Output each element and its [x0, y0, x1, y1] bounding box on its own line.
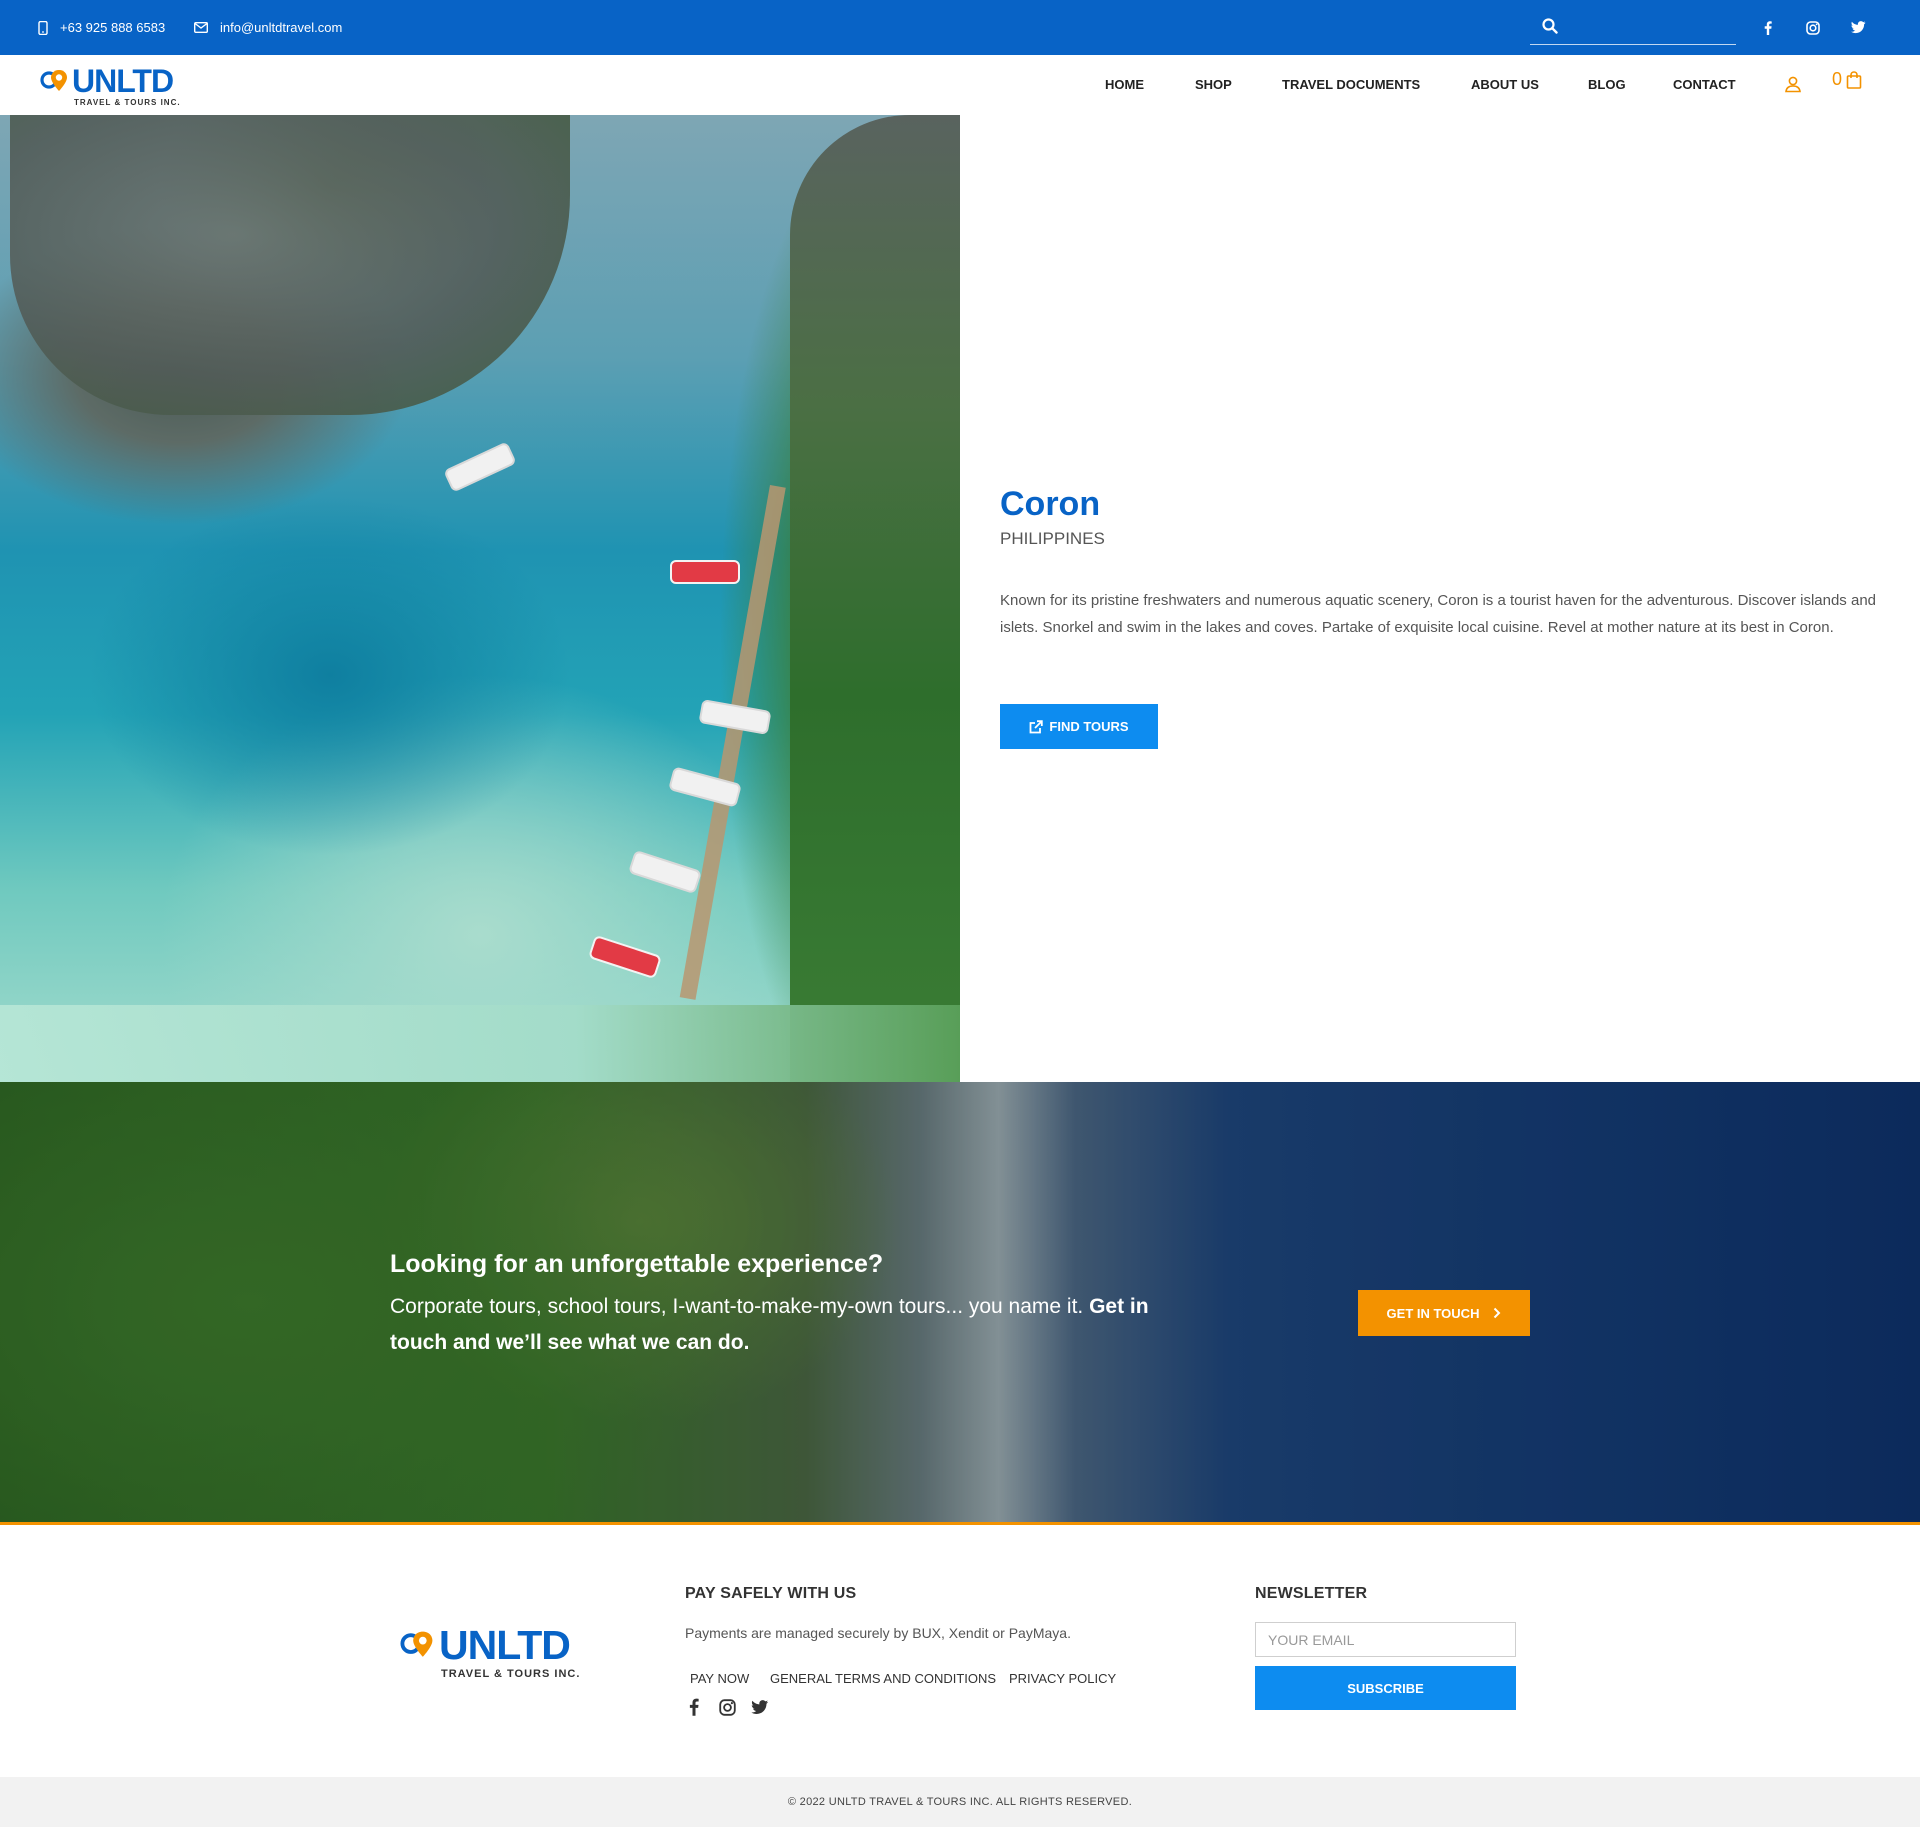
cart-count: 0 — [1832, 69, 1843, 89]
shopping-bag-icon — [1846, 70, 1862, 89]
search-icon[interactable] — [1542, 18, 1558, 34]
get-in-touch-button[interactable]: GET IN TOUCH — [1358, 1290, 1530, 1336]
mobile-phone-icon — [38, 20, 48, 35]
twitter-link[interactable] — [1846, 0, 1870, 55]
footer-logo[interactable]: UNLTD TRAVEL & TOURS INC. — [400, 1625, 580, 1680]
get-in-touch-label: GET IN TOUCH — [1386, 1305, 1480, 1321]
main-header: UNLTD TRAVEL & TOURS INC. HOME SHOP TRAV… — [0, 55, 1920, 115]
header-search — [1530, 10, 1736, 45]
footer-instagram-link[interactable] — [717, 1697, 737, 1717]
pay-safely-title: PAY SAFELY WITH US — [685, 1585, 857, 1602]
limestone-cliff — [10, 115, 570, 415]
destination-country: PHILIPPINES — [1000, 529, 1105, 548]
newsletter-email-input[interactable] — [1255, 1622, 1516, 1657]
top-bar: +63 925 888 6583 info@unltdtravel.com — [0, 0, 1920, 55]
external-link-icon — [1029, 719, 1044, 733]
photo-bottom-strip — [0, 1005, 960, 1082]
nav-travel-documents[interactable]: TRAVEL DOCUMENTS — [1282, 77, 1420, 92]
phone-contact[interactable]: +63 925 888 6583 — [38, 0, 165, 55]
destination-info: Coron PHILIPPINES Known for its pristine… — [1000, 115, 1880, 1082]
cta-heading: Looking for an unforgettable experience? — [390, 1250, 884, 1278]
twitter-icon — [751, 1699, 769, 1714]
outrigger-boat — [628, 849, 702, 895]
copyright-text: © 2022 UNLTD TRAVEL & TOURS INC. ALL RIG… — [787, 1796, 1133, 1808]
instagram-icon — [1806, 20, 1820, 35]
phone-number: +63 925 888 6583 — [60, 20, 166, 35]
nav-shop[interactable]: SHOP — [1195, 77, 1232, 92]
outrigger-boat — [588, 934, 662, 980]
footer-logo-wordmark: UNLTD — [439, 1622, 571, 1668]
footer-twitter-link[interactable] — [750, 1697, 770, 1717]
instagram-link[interactable] — [1801, 0, 1825, 55]
instagram-icon — [718, 1698, 736, 1716]
cart-link[interactable]: 0 — [1832, 69, 1862, 90]
find-tours-label: FIND TOURS — [1049, 719, 1129, 734]
find-tours-button[interactable]: FIND TOURS — [1000, 704, 1158, 749]
email-address: info@unltdtravel.com — [220, 20, 343, 35]
nav-home[interactable]: HOME — [1105, 77, 1144, 92]
twitter-icon — [1850, 21, 1865, 34]
forested-shore — [790, 115, 960, 1082]
location-pin-logo-icon — [400, 1631, 433, 1657]
terms-link[interactable]: GENERAL TERMS AND CONDITIONS — [770, 1671, 996, 1686]
account-link[interactable] — [1784, 75, 1802, 98]
nav-about-us[interactable]: ABOUT US — [1471, 77, 1539, 92]
nav-contact[interactable]: CONTACT — [1673, 77, 1736, 92]
newsletter-title: NEWSLETTER — [1255, 1585, 1368, 1602]
location-pin-logo-icon — [40, 70, 67, 91]
outrigger-boat — [443, 441, 517, 493]
privacy-policy-link[interactable]: PRIVACY POLICY — [1009, 1671, 1116, 1686]
envelope-icon — [194, 22, 208, 33]
footer-logo-tagline: TRAVEL & TOURS INC. — [441, 1668, 581, 1680]
search-input[interactable] — [1570, 14, 1730, 40]
cta-section: Looking for an unforgettable experience?… — [0, 1082, 1920, 1525]
chevron-right-icon — [1494, 1307, 1501, 1319]
copyright-bar: © 2022 UNLTD TRAVEL & TOURS INC. ALL RIG… — [0, 1777, 1920, 1827]
logo-tagline: TRAVEL & TOURS INC. — [74, 98, 181, 107]
cta-body: Corporate tours, school tours, I-want-to… — [390, 1289, 1180, 1361]
subscribe-button[interactable]: SUBSCRIBE — [1255, 1666, 1516, 1710]
email-contact[interactable]: info@unltdtravel.com — [194, 0, 342, 55]
facebook-icon — [1764, 20, 1772, 35]
site-logo[interactable]: UNLTD TRAVEL & TOURS INC. — [40, 65, 181, 107]
site-footer: UNLTD TRAVEL & TOURS INC. PAY SAFELY WIT… — [0, 1525, 1920, 1777]
logo-wordmark: UNLTD — [72, 63, 174, 99]
outrigger-boat — [670, 560, 740, 584]
footer-facebook-link[interactable] — [684, 1697, 704, 1717]
facebook-link[interactable] — [1756, 0, 1780, 55]
facebook-icon — [689, 1698, 699, 1716]
coron-aerial-photo — [0, 115, 960, 1082]
nav-blog[interactable]: BLOG — [1588, 77, 1626, 92]
cta-body-text: Corporate tours, school tours, I-want-to… — [390, 1295, 1090, 1318]
pay-now-link[interactable]: PAY NOW — [690, 1671, 749, 1686]
destination-title: Coron — [1000, 485, 1101, 523]
user-icon — [1785, 76, 1801, 93]
payment-info: Payments are managed securely by BUX, Xe… — [685, 1625, 1071, 1641]
destination-description: Known for its pristine freshwaters and n… — [1000, 592, 1876, 636]
